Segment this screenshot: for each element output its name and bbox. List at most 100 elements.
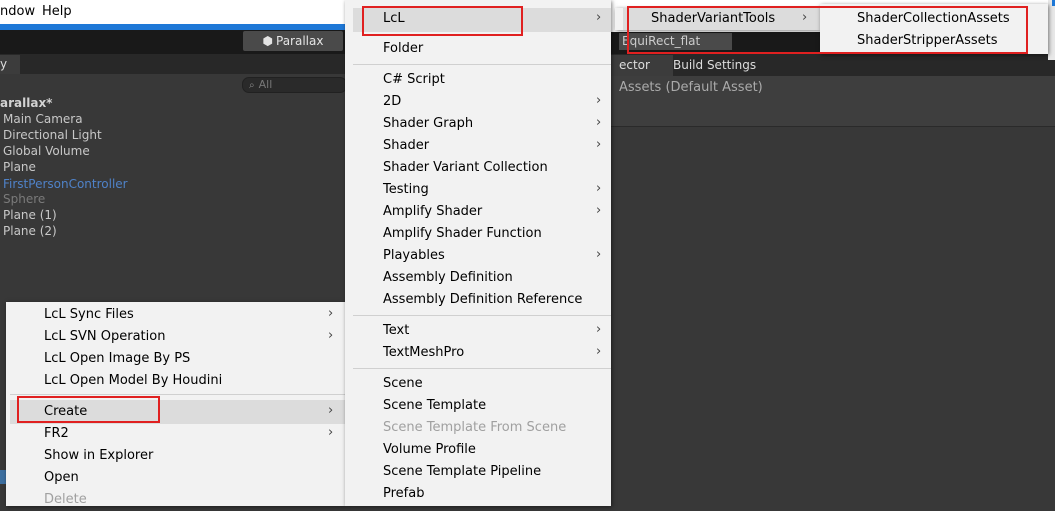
menu-item-label: Amplify Shader: [383, 204, 483, 219]
menu-item-label: C# Script: [383, 72, 445, 87]
hierarchy-item[interactable]: Directional Light: [3, 128, 102, 142]
menu-item-scene-template[interactable]: Scene Template: [345, 395, 611, 417]
menu-item-label: LcL Open Image By PS: [44, 351, 191, 366]
menu-item-label: Testing: [383, 182, 429, 197]
menu-item-label: Assembly Definition: [383, 270, 513, 285]
menu-item-scene[interactable]: Scene: [345, 373, 611, 395]
menu-item-folder[interactable]: Folder: [345, 38, 611, 60]
menu-item-lcl-svn-operation[interactable]: LcL SVN Operation ›: [6, 326, 345, 348]
menu-item-shader[interactable]: Shader ›: [345, 135, 611, 157]
menu-item-label: Scene: [383, 376, 423, 391]
chevron-right-icon: ›: [596, 137, 602, 152]
chevron-right-icon: ›: [328, 328, 334, 343]
menu-item-label: Shader Graph: [383, 116, 474, 131]
menu-separator: [10, 394, 345, 395]
menu-item-csharp-script[interactable]: C# Script: [345, 69, 611, 91]
chevron-right-icon: ›: [596, 10, 602, 25]
hierarchy-item[interactable]: Plane (1): [3, 208, 57, 222]
hierarchy-item[interactable]: Main Camera: [3, 112, 83, 126]
menu-help[interactable]: Help: [42, 4, 72, 19]
chevron-right-icon: ›: [328, 306, 334, 321]
menu-item-fr2[interactable]: FR2 ›: [6, 423, 345, 445]
hierarchy-item[interactable]: Plane (2): [3, 224, 57, 238]
chevron-right-icon: ›: [596, 247, 602, 262]
menu-separator: [353, 368, 611, 369]
menu-item-open[interactable]: Open: [6, 467, 345, 489]
tab-hierarchy[interactable]: y: [0, 55, 20, 74]
menu-item-volume-profile[interactable]: Volume Profile: [345, 439, 611, 461]
menu-item-label: 2D: [383, 94, 402, 109]
menu-item-assembly-definition[interactable]: Assembly Definition: [345, 267, 611, 289]
tab-inspector[interactable]: ector: [611, 55, 673, 76]
scrollbar[interactable]: [1048, 0, 1055, 60]
menu-item-show-in-explorer[interactable]: Show in Explorer: [6, 445, 345, 467]
menu-item-label: FR2: [44, 426, 69, 441]
hierarchy-search-input[interactable]: ⌕ All: [242, 77, 347, 93]
menu-item-label: Open: [44, 470, 79, 485]
menu-item-assembly-definition-reference[interactable]: Assembly Definition Reference: [345, 289, 611, 311]
menu-separator: [353, 64, 611, 65]
menu-item-label: Folder: [383, 41, 424, 56]
menu-item-label: LcL SVN Operation: [44, 329, 166, 344]
menu-item-label: Delete: [44, 492, 87, 507]
menu-item-testing[interactable]: Testing ›: [345, 179, 611, 201]
unity-cube-icon: ⬢: [262, 34, 273, 48]
create-submenu: LcL › Folder C# Script 2D › Shader Graph…: [345, 0, 611, 506]
hierarchy-list: arallax* Main Camera Directional Light G…: [0, 94, 345, 334]
menu-item-label: Text: [383, 323, 410, 338]
menu-separator: [353, 315, 611, 316]
menu-item-scene-template-from-scene[interactable]: Scene Template From Scene: [345, 417, 611, 439]
menu-item-label: Prefab: [383, 486, 425, 501]
menu-item-label: Show in Explorer: [44, 448, 154, 463]
chevron-right-icon: ›: [596, 115, 602, 130]
menu-item-label: LcL Open Model By Houdini: [44, 373, 223, 388]
hierarchy-item[interactable]: Global Volume: [3, 144, 90, 158]
menu-item-playables[interactable]: Playables ›: [345, 245, 611, 267]
menu-item-amplify-shader[interactable]: Amplify Shader ›: [345, 201, 611, 223]
menu-item-label: Volume Profile: [383, 442, 476, 457]
menu-item-lcl-open-image[interactable]: LcL Open Image By PS: [6, 348, 345, 370]
menu-item-prefab[interactable]: Prefab: [345, 483, 611, 505]
chevron-right-icon: ›: [596, 322, 602, 337]
highlight-box-lcl: [362, 6, 523, 36]
chevron-right-icon: ›: [328, 425, 334, 440]
menu-item-label: Scene Template: [383, 398, 487, 413]
menu-item-lcl-sync-files[interactable]: LcL Sync Files ›: [6, 304, 345, 326]
chevron-right-icon: ›: [328, 403, 334, 418]
menu-item-label: Shader: [383, 138, 430, 153]
menu-item-lcl-open-model[interactable]: LcL Open Model By Houdini: [6, 370, 345, 392]
menu-item-label: Assembly Definition Reference: [383, 292, 583, 307]
chevron-right-icon: ›: [596, 203, 602, 218]
menu-item-label: Shader Variant Collection: [383, 160, 548, 175]
hierarchy-item-prefab[interactable]: FirstPersonController: [3, 177, 128, 191]
menu-item-scene-template-pipeline[interactable]: Scene Template Pipeline: [345, 461, 611, 483]
menu-item-label: TextMeshPro: [383, 345, 465, 360]
highlight-box-shader-variant-tools: [627, 6, 1028, 54]
menu-item-label: LcL Sync Files: [44, 307, 134, 322]
highlight-box-create: [17, 396, 160, 423]
menu-item-textmeshpro[interactable]: TextMeshPro ›: [345, 342, 611, 364]
scene-button[interactable]: ⬢ Parallax: [243, 31, 343, 51]
menu-item-text[interactable]: Text ›: [345, 320, 611, 342]
menu-item-label: Scene Template Pipeline: [383, 464, 542, 479]
inspector-panel: [611, 76, 1055, 506]
hierarchy-tab-bar: [0, 54, 345, 74]
hierarchy-item[interactable]: Plane: [3, 160, 36, 174]
menu-item-label: Amplify Shader Function: [383, 226, 542, 241]
menu-item-delete[interactable]: Delete: [6, 489, 345, 511]
menu-window[interactable]: ndow: [0, 4, 35, 19]
scene-button-label: Parallax: [276, 34, 324, 48]
menu-item-shader-graph[interactable]: Shader Graph ›: [345, 113, 611, 135]
hierarchy-item-disabled[interactable]: Sphere: [3, 192, 45, 206]
search-placeholder: All: [258, 78, 273, 91]
menu-item-shader-variant-collection[interactable]: Shader Variant Collection: [345, 157, 611, 179]
chevron-right-icon: ›: [596, 344, 602, 359]
tab-build-settings[interactable]: Build Settings: [665, 55, 773, 76]
menu-item-label: Scene Template From Scene: [383, 420, 567, 435]
search-icon: ⌕: [249, 80, 255, 91]
menu-item-amplify-shader-function[interactable]: Amplify Shader Function: [345, 223, 611, 245]
menu-item-label: Playables: [383, 248, 445, 263]
inspector-title: Assets (Default Asset): [619, 80, 763, 95]
menu-item-2d[interactable]: 2D ›: [345, 91, 611, 113]
hierarchy-scene-root[interactable]: arallax*: [0, 96, 52, 110]
